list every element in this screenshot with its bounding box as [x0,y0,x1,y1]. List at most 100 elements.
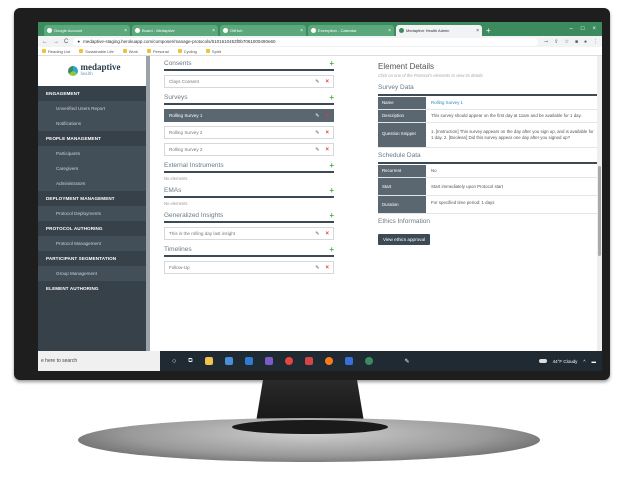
empty-message: No elements [164,176,188,181]
close-window-icon[interactable]: × [592,26,596,32]
firefox-icon[interactable] [324,357,333,365]
close-tab-icon[interactable]: × [388,28,391,34]
scrollbar-thumb[interactable] [598,166,601,256]
browser-tab[interactable]: GitHub × [220,25,306,36]
sidebar-nav: ENGAGEMENT Unverified Users Report Notific… [38,86,150,296]
protocol-elements-column: Consents + Clays Consent ✎ × Surveys + Rolli… [164,56,334,278]
edit-icon[interactable]: ✎ [315,130,319,136]
chrome-icon[interactable] [364,357,373,365]
bookmark-item[interactable]: Reading List [42,49,70,54]
shield-icon[interactable] [344,357,353,365]
close-tab-icon[interactable]: × [124,28,127,34]
lock-icon: ● [77,39,81,44]
add-consent-icon[interactable]: + [329,59,334,68]
bookmark-item[interactable]: Spirit [205,49,221,54]
survey-row[interactable]: Rolling Survey 2 ✎ × [164,126,334,139]
google-icon [47,28,52,33]
delete-icon[interactable]: × [325,231,329,237]
main-scrollbar[interactable] [597,56,602,351]
star-icon[interactable]: ☆ [564,39,568,45]
cortana-icon[interactable]: ○ [172,358,176,365]
logo[interactable]: medaptive health [38,56,150,86]
bookmark-item[interactable]: Personal [146,49,169,54]
survey-data-title: Survey Data [378,84,600,96]
element-details-panel: Element Details Click on one of the Prot… [378,62,600,246]
taskbar-icons: ○ ⧉ ✎ [160,357,410,365]
detail-row-name: Name Rolling Survey 1 [378,97,600,110]
back-icon[interactable]: ← [42,39,48,45]
delete-icon[interactable]: × [325,147,329,153]
bookmark-item[interactable]: Cycling [177,49,197,54]
delete-icon[interactable]: × [325,130,329,136]
taskbar-search[interactable]: e here to search [38,351,160,371]
forward-icon[interactable]: → [53,39,59,45]
insight-row[interactable]: This is the rolling day last insight ✎ × [164,227,334,240]
sidebar-item[interactable]: Notifications [38,116,150,131]
pen-icon[interactable]: ✎ [405,358,410,365]
add-timeline-icon[interactable]: + [329,245,334,254]
edit-icon[interactable]: ✎ [315,113,319,119]
close-tab-icon[interactable]: × [212,28,215,34]
timeline-row[interactable]: Follow-Up ✎ × [164,261,334,274]
add-survey-icon[interactable]: + [329,93,334,102]
reload-icon[interactable]: C [64,39,68,45]
sidebar-item[interactable]: Participants [38,146,150,161]
browser-tab-active[interactable]: Medaptive Health Admin × [396,25,482,36]
task-view-icon[interactable]: ⧉ [188,358,192,365]
folder-icon [79,49,84,54]
edit-icon[interactable]: ✎ [315,231,319,237]
share-icon[interactable]: ⇪ [554,39,558,45]
delete-icon[interactable]: × [325,79,329,85]
bookmark-item[interactable]: Work [122,49,138,54]
sidebar-section: PROTOCOL AUTHORING [46,226,103,231]
add-insight-icon[interactable]: + [329,211,334,220]
delete-icon[interactable]: × [325,113,329,119]
sidebar-item[interactable]: Caregivers [38,161,150,176]
extension-icon[interactable]: ■ [575,39,578,45]
add-ema-icon[interactable]: + [329,186,334,195]
edit-icon[interactable]: ✎ [315,147,319,153]
minimize-icon[interactable]: – [570,26,573,32]
detail-row-start: Start Start immediately upon Protocol sta… [378,178,600,196]
chrome-icon[interactable] [284,357,293,365]
details-subtitle: Click on one of the Protocol's elements … [378,73,484,78]
key-icon[interactable]: ⊸ [544,39,548,45]
file-explorer-icon[interactable] [204,357,213,365]
weather-text[interactable]: 44°F Cloudy [553,359,578,364]
network-icon[interactable]: ▬ [592,359,597,364]
add-instrument-icon[interactable]: + [329,161,334,170]
browser-tab[interactable]: Google Account × [44,25,130,36]
url-field[interactable]: ● medaptive-staging.herokuapp.com/compose… [73,37,539,46]
profile-icon[interactable]: ● [584,39,587,45]
browser-tab[interactable]: Board - Medaptive × [132,25,218,36]
edit-icon[interactable]: ✎ [315,79,319,85]
survey-row-selected[interactable]: Rolling Survey 1 ✎ × [164,109,334,122]
bookmark-item[interactable]: Sustainable Life [79,49,114,54]
folder-icon [42,49,46,54]
sidebar-item[interactable]: Unverified Users Report [38,101,150,116]
app-icon[interactable] [264,357,273,365]
browser-tab[interactable]: Exemption - Calendar × [308,25,394,36]
new-tab-button[interactable]: + [486,25,491,36]
windows-taskbar: e here to search ○ ⧉ ✎ 44°F Cloudy ^ ▬ [38,351,602,371]
close-tab-icon[interactable]: × [476,28,479,34]
sidebar-item[interactable]: Administrators [38,176,150,191]
delete-icon[interactable]: × [325,265,329,271]
sidebar-item[interactable]: Group Management [38,266,150,281]
view-ethics-button[interactable]: View ethics approval [378,234,431,245]
sidebar-section: ENGAGEMENT [46,91,80,96]
consent-row[interactable]: Clays Consent ✎ × [164,75,334,88]
menu-icon[interactable]: ⋮ [593,39,598,45]
app-icon[interactable] [304,357,313,365]
sidebar-item[interactable]: Protocol Deployments [38,206,150,221]
monitor-stand-joint [232,420,388,434]
maximize-icon[interactable]: □ [581,26,585,32]
close-tab-icon[interactable]: × [300,28,303,34]
chevron-up-icon[interactable]: ^ [583,359,585,364]
survey-row[interactable]: Rolling Survey 2 ✎ × [164,143,334,156]
store-icon[interactable] [224,357,233,365]
mail-icon[interactable] [244,357,253,365]
edit-icon[interactable]: ✎ [315,265,319,271]
system-tray: 44°F Cloudy ^ ▬ [538,359,602,364]
sidebar-item[interactable]: Protocol Management [38,236,150,251]
